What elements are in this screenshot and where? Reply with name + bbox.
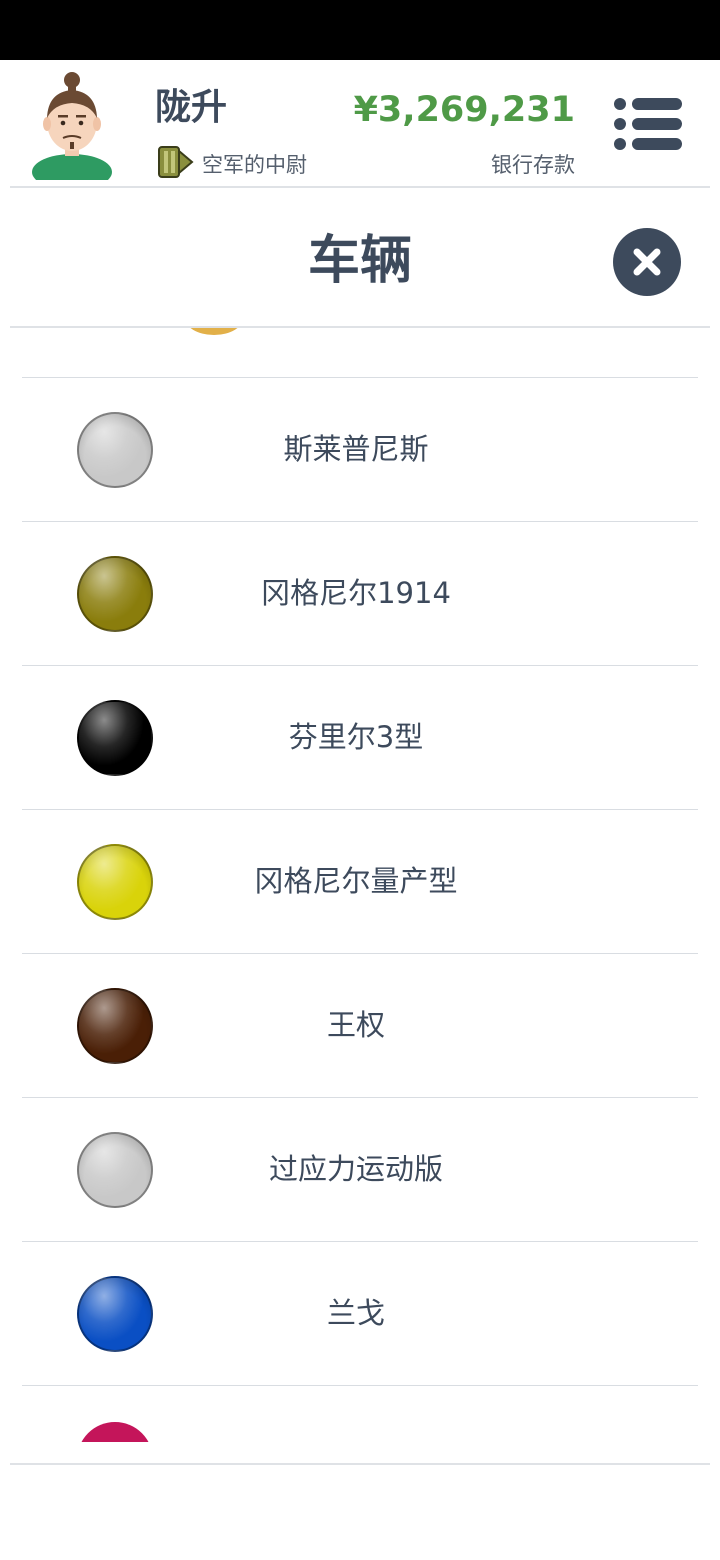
player-name: 陇升 xyxy=(155,87,228,128)
vehicle-color-swatch xyxy=(77,556,153,632)
vehicle-row[interactable]: 兰戈 xyxy=(22,1241,698,1385)
avatar-icon[interactable] xyxy=(28,68,116,180)
vehicle-list: 斯莱普尼斯 冈格尼尔1914 芬里尔3型 冈格尼尔量产型 王权 过应力运动版 兰… xyxy=(22,377,698,1442)
rank-insignia-icon xyxy=(158,146,194,178)
vehicle-color-swatch xyxy=(77,1276,153,1352)
bank-balance-label: 银行存款 xyxy=(491,153,575,177)
vehicle-row[interactable]: 斯莱普尼斯 xyxy=(22,377,698,521)
vehicle-color-swatch xyxy=(77,412,153,488)
vehicle-row[interactable]: 芬里尔3型 xyxy=(22,665,698,809)
vehicle-name: 过应力运动版 xyxy=(268,1152,443,1186)
vehicle-name: 冈格尼尔1914 xyxy=(261,576,451,610)
rank-label: 空军的中尉 xyxy=(202,153,307,177)
vehicle-name: 芬里尔3型 xyxy=(288,720,424,754)
partial-color-swatch xyxy=(184,328,244,335)
bank-balance: ¥3,269,231 xyxy=(353,90,575,130)
vehicle-row[interactable]: 王权 xyxy=(22,953,698,1097)
vehicle-color-swatch xyxy=(77,988,153,1064)
profile-header: 陇升 空军的中尉 ¥3,269,231 银行存款 xyxy=(0,60,720,187)
page-title: 车辆 xyxy=(307,231,412,291)
vehicle-row[interactable]: 过应力运动版 xyxy=(22,1097,698,1241)
close-button[interactable] xyxy=(613,228,681,296)
vehicle-row[interactable]: 冈格尼尔量产型 xyxy=(22,809,698,953)
close-icon xyxy=(633,248,661,276)
vehicle-list-viewport[interactable]: 斯莱普尼斯 冈格尼尔1914 芬里尔3型 冈格尼尔量产型 王权 过应力运动版 兰… xyxy=(0,328,720,1442)
vehicle-name: 王权 xyxy=(326,1008,385,1042)
status-bar xyxy=(0,0,720,60)
vehicle-row[interactable]: 冈格尼尔1914 xyxy=(22,521,698,665)
vehicle-name: 斯莱普尼斯 xyxy=(283,432,429,466)
vehicle-color-swatch xyxy=(77,1132,153,1208)
menu-list-icon[interactable] xyxy=(612,96,684,152)
footer-divider xyxy=(10,1463,710,1465)
vehicle-color-swatch xyxy=(77,844,153,920)
vehicle-name: 兰戈 xyxy=(326,1296,385,1330)
vehicle-color-swatch xyxy=(77,700,153,776)
vehicle-name: 冈格尼尔量产型 xyxy=(254,864,458,898)
title-bar: 车辆 xyxy=(0,188,720,327)
